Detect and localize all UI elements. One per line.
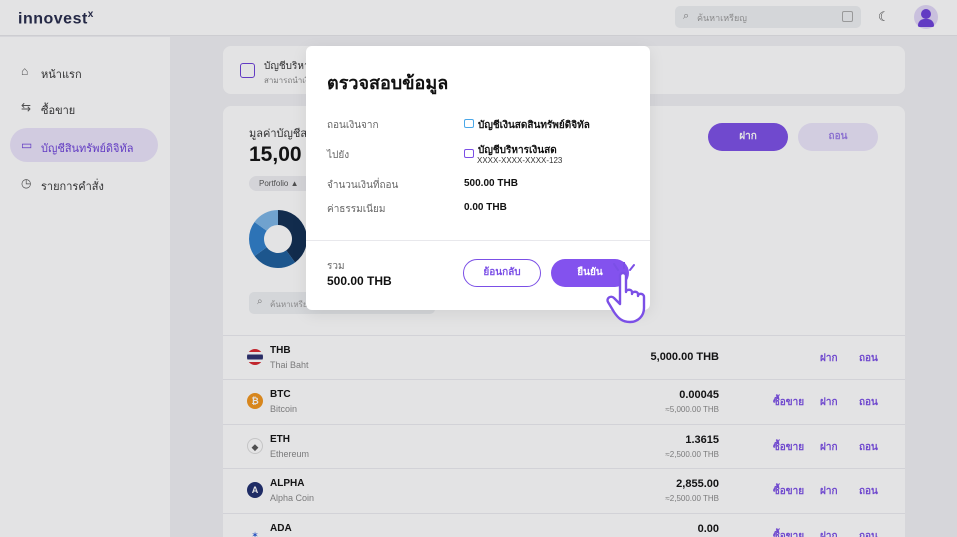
confirm-withdraw-modal: ตรวจสอบข้อมูล ถอนเงินจาก บัญชีเงินสดสินท… <box>306 46 650 310</box>
back-button[interactable]: ย้อนกลับ <box>463 259 541 287</box>
amount-label: จำนวนเงินที่ถอน <box>327 180 399 191</box>
to-account-number: XXXX-XXXX-XXXX-123 <box>477 156 563 165</box>
fee-label: ค่าธรรมเนียม <box>327 204 386 215</box>
wallet-icon <box>464 119 474 128</box>
from-label: ถอนเงินจาก <box>327 120 379 131</box>
modal-title: ตรวจสอบข้อมูล <box>327 73 449 93</box>
total-label: รวม <box>327 261 345 272</box>
from-value: บัญชีเงินสดสินทรัพย์ดิจิทัล <box>478 120 590 131</box>
to-label: ไปยัง <box>327 150 350 161</box>
divider <box>306 240 650 241</box>
wallet-icon <box>464 149 474 158</box>
fee-value: 0.00 THB <box>464 202 507 213</box>
amount-value: 500.00 THB <box>464 178 518 189</box>
total-value: 500.00 THB <box>327 274 392 288</box>
pointer-hand-icon <box>606 262 646 324</box>
